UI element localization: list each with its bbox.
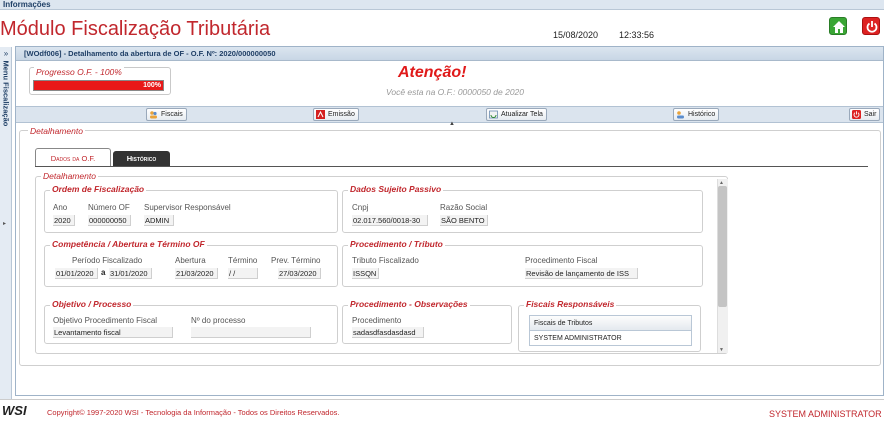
ano-value: 2020 <box>53 215 75 226</box>
objetivo-proc-value: Levantamento fiscal <box>53 327 173 338</box>
progress-label: Progresso O.F. - 100% <box>34 67 124 77</box>
power-icon <box>866 21 878 33</box>
periodo-separator: a <box>101 268 106 277</box>
observacoes-proc-value: sadasdfasdasdasd <box>352 327 424 338</box>
abertura-value: 21/03/2020 <box>175 268 218 279</box>
side-menu-label[interactable]: Menu Fiscalização <box>2 61 11 149</box>
attention-title: Atenção! <box>398 64 467 81</box>
termino-label: Término <box>228 256 258 265</box>
razao-social-label: Razão Social <box>440 203 488 212</box>
numero-of-label: Número OF <box>88 203 130 212</box>
objetivo-proc-label: Objetivo Procedimento Fiscal <box>53 316 158 325</box>
exit-icon <box>852 110 861 119</box>
fiscais-table-header[interactable]: Fiscais de Tributos <box>530 316 691 331</box>
procedimento-group <box>342 245 703 287</box>
periodo-label: Período Fiscalizado <box>72 256 143 265</box>
tab-dados-of[interactable]: Dados da O.F. <box>35 148 111 167</box>
ano-label: Ano <box>53 203 68 212</box>
numero-of-value: 000000050 <box>88 215 131 226</box>
header-time: 12:33:56 <box>619 30 655 40</box>
fiscais-table: Fiscais de Tributos SYSTEM ADMINISTRATOR <box>529 315 692 346</box>
periodo-inicio-value: 01/01/2020 <box>55 268 98 279</box>
inner-detail-label: Detalhamento <box>41 171 98 181</box>
sujeito-group <box>342 190 703 233</box>
home-icon <box>833 21 845 33</box>
window-title: [WOdf006] - Detalhamento da abertura de … <box>24 49 276 58</box>
scroll-down-icon[interactable]: ▼ <box>719 347 724 353</box>
cnpj-label: Cnpj <box>352 203 369 212</box>
procedimento-fiscal-value: Revisão de lançamento de ISS <box>525 268 638 279</box>
scrollbar-thumb[interactable] <box>718 186 727 307</box>
window-title-bar: [WOdf006] - Detalhamento da abertura de … <box>16 47 883 61</box>
wsi-logo: WSI <box>2 403 27 418</box>
progress-bar: 100% <box>33 80 164 91</box>
refresh-icon <box>489 110 498 119</box>
procedimento-label: Procedimento / Tributo <box>348 239 445 249</box>
atualizar-tela-button[interactable]: Atualizar Tela <box>486 108 547 121</box>
side-menu-expand-icon[interactable]: ▸ <box>3 220 6 227</box>
tributo-label: Tributo Fiscalizado <box>352 256 419 265</box>
app-title: Módulo Fiscalização Tributária <box>0 18 271 40</box>
scroll-up-icon[interactable]: ▲ <box>719 180 724 186</box>
copyright-text: Copyright© 1997-2020 WSI - Tecnologia da… <box>47 408 340 417</box>
sair-button[interactable]: Sair <box>849 108 881 121</box>
progress-value: 100% <box>143 82 161 89</box>
emissao-button[interactable]: Emissão <box>313 108 359 121</box>
collapse-caret-icon[interactable]: ▲ <box>449 121 455 127</box>
logout-button[interactable] <box>862 17 880 35</box>
side-menu-toggle[interactable]: » <box>1 49 11 59</box>
numero-processo-label: Nº do processo <box>191 316 246 325</box>
historico-button[interactable]: Histórico <box>673 108 720 121</box>
supervisor-label: Supervisor Responsável <box>144 203 231 212</box>
competencia-label: Competência / Abertura e Término OF <box>50 239 207 249</box>
numero-processo-value <box>191 327 311 338</box>
fiscais-label: Fiscais Responsáveis <box>524 299 617 309</box>
razao-social-value: SÃO BENTO <box>440 215 488 226</box>
competencia-group <box>44 245 338 287</box>
menu-informacoes[interactable]: Informações <box>3 0 51 9</box>
table-row[interactable]: SYSTEM ADMINISTRATOR <box>530 332 691 346</box>
top-menu-bar: Informações <box>0 0 884 10</box>
tab-divider <box>35 166 868 167</box>
history-icon <box>677 111 684 119</box>
observacoes-label: Procedimento - Observações <box>348 299 470 309</box>
tributo-value: ISSQN <box>352 268 379 279</box>
periodo-fim-value: 31/01/2020 <box>109 268 152 279</box>
header-date: 15/08/2020 <box>553 30 599 40</box>
ordem-label: Ordem de Fiscalização <box>50 184 147 194</box>
objetivo-label: Objetivo / Processo <box>50 299 134 309</box>
footer-user-name: SYSTEM ADMINISTRATOR <box>769 409 882 419</box>
prev-termino-label: Prev. Término <box>271 256 321 265</box>
sujeito-label: Dados Sujeito Passivo <box>348 184 444 194</box>
detalhamento-label: Detalhamento <box>28 126 85 136</box>
prev-termino-value: 27/03/2020 <box>278 268 321 279</box>
abertura-label: Abertura <box>175 256 206 265</box>
termino-value: / / <box>228 268 258 279</box>
procedimento-fiscal-label: Procedimento Fiscal <box>525 256 598 265</box>
home-button[interactable] <box>829 17 847 35</box>
attention-message: Você esta na O.F.: 0000050 de 2020 <box>386 87 524 97</box>
pdf-icon <box>316 110 325 119</box>
tab-historico[interactable]: Histórico <box>113 151 170 166</box>
fiscais-button[interactable]: Fiscais <box>146 108 187 121</box>
users-icon <box>150 111 157 119</box>
cnpj-value: 02.017.560/0018-30 <box>352 215 428 226</box>
footer-divider <box>0 399 884 400</box>
supervisor-value: ADMIN <box>144 215 174 226</box>
observacoes-proc-label: Procedimento <box>352 316 402 325</box>
